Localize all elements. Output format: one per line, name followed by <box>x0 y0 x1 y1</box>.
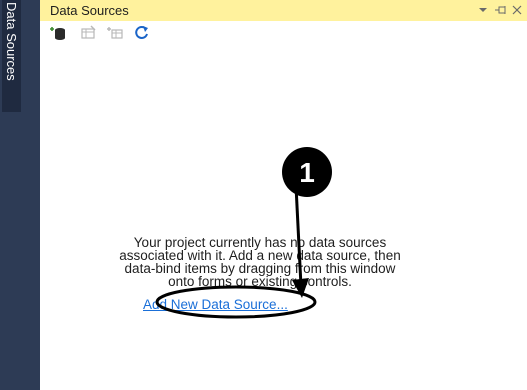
edit-dataset-icon <box>79 25 97 41</box>
dropdown-icon[interactable] <box>476 2 490 18</box>
panel-toolbar <box>40 22 527 44</box>
message-line: onto forms or existing controls. <box>168 274 352 289</box>
refresh-icon[interactable] <box>133 25 151 41</box>
panel-title: Data Sources <box>50 3 129 18</box>
side-tab-label: Data Sources <box>4 2 19 81</box>
side-tab-strip: Data Sources <box>0 0 40 390</box>
vs-window: Data Sources Data Sources Your project c… <box>0 0 527 390</box>
configure-dataset-icon <box>106 25 124 41</box>
side-tab-data-sources[interactable]: Data Sources <box>2 0 21 112</box>
empty-state-message: Your project currently has no data sourc… <box>40 236 480 289</box>
panel-titlebar: Data Sources <box>40 0 527 21</box>
data-sources-panel: Data Sources <box>40 0 527 390</box>
pin-icon[interactable] <box>494 2 508 18</box>
close-icon[interactable] <box>510 2 524 18</box>
add-data-source-icon[interactable] <box>49 25 67 41</box>
add-new-data-source-link[interactable]: Add New Data Source... <box>143 297 288 312</box>
